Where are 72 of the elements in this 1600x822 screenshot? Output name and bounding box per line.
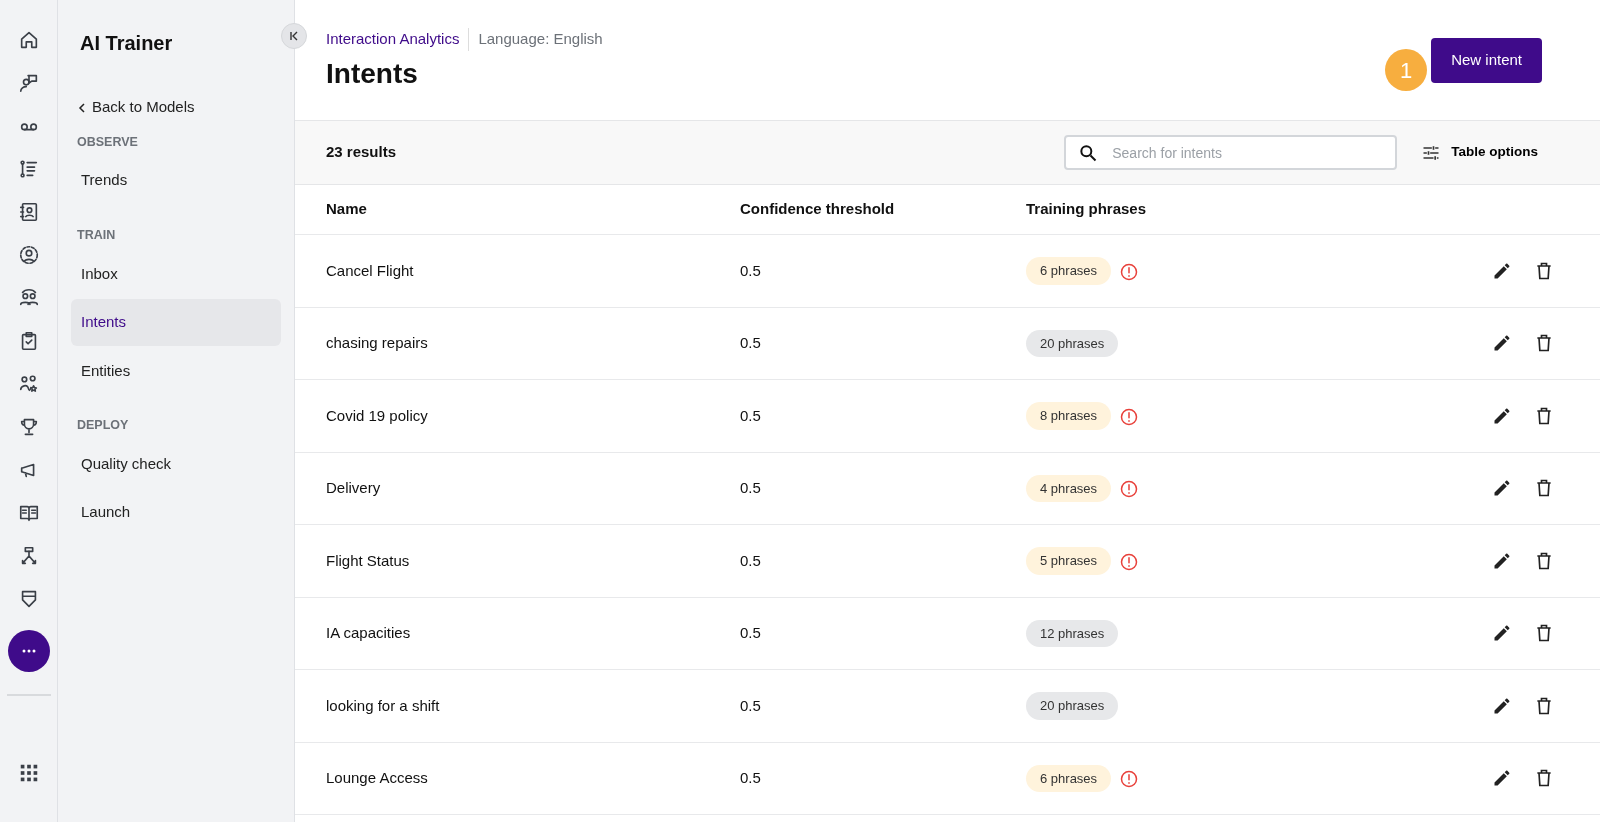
table-cell: 0.5 — [709, 742, 995, 815]
sidebar-item[interactable]: Trends — [71, 157, 281, 204]
more-icon — [21, 649, 36, 654]
delete-icon[interactable] — [1534, 768, 1554, 789]
table-cell: 0.5 — [709, 380, 995, 453]
warning-icon — [1119, 769, 1140, 790]
table-cell: 0.5 — [709, 670, 995, 743]
language-label: Language: English — [477, 29, 603, 49]
phrase-count-pill: 8 phrases — [1026, 402, 1112, 430]
edit-icon[interactable] — [1492, 478, 1512, 499]
warning-icon — [1119, 551, 1140, 572]
phrase-count-pill: 4 phrases — [1026, 474, 1112, 502]
column-header: Confidence threshold — [709, 185, 995, 235]
delete-icon[interactable] — [1534, 550, 1554, 571]
sidebar-item[interactable]: Launch — [71, 489, 281, 536]
column-header: Name — [295, 185, 709, 235]
step-marker: 1 — [1385, 49, 1428, 91]
sidebar-title: AI Trainer — [80, 31, 174, 56]
table-options-button[interactable]: Table options — [1417, 138, 1542, 167]
table-cell: 0.5 — [709, 597, 995, 670]
table-cell: Delivery — [295, 452, 709, 525]
delete-icon[interactable] — [1534, 695, 1554, 716]
person-circle-icon[interactable] — [17, 244, 40, 267]
edit-icon[interactable] — [1492, 623, 1512, 644]
sidebar-item[interactable]: Inbox — [71, 250, 281, 297]
table-cell: 0.5 — [709, 307, 995, 380]
delete-icon[interactable] — [1534, 623, 1554, 644]
table-cell: 0.5 — [709, 452, 995, 525]
phrase-count-pill: 20 phrases — [1026, 692, 1119, 720]
more-button[interactable] — [7, 630, 50, 673]
collapse-icon — [288, 30, 300, 42]
phrase-count-pill: 20 phrases — [1026, 329, 1119, 357]
table-cell: Covid 19 policy — [295, 380, 709, 453]
delete-icon[interactable] — [1534, 405, 1554, 426]
breadcrumb-link[interactable]: Interaction Analytics — [326, 28, 470, 51]
table-cell: looking for a shift — [295, 670, 709, 743]
page-title: Intents — [326, 56, 419, 91]
collapse-button[interactable] — [281, 23, 307, 49]
table-cell: Lounge Access — [295, 742, 709, 815]
phrase-count-pill: 12 phrases — [1026, 619, 1119, 647]
table-cell: chasing repairs — [295, 307, 709, 380]
list-icon[interactable] — [17, 158, 40, 181]
chevron-left-icon — [78, 103, 86, 114]
sidebar-item[interactable]: Entities — [71, 347, 281, 394]
sidebar-item[interactable]: Quality check — [71, 440, 281, 488]
search-field[interactable]: Search for intents — [1064, 135, 1398, 170]
warning-icon — [1119, 406, 1140, 427]
table-cell: IA capacities — [295, 597, 709, 670]
section-heading: TRAIN — [77, 226, 117, 244]
table-cell: Flight Status — [295, 525, 709, 598]
table-cell: 0.5 — [709, 525, 995, 598]
new-intent-button[interactable]: New intent — [1431, 38, 1542, 83]
delete-icon[interactable] — [1534, 478, 1554, 499]
column-header: Training phrases — [995, 185, 1490, 235]
section-heading: OBSERVE — [77, 133, 139, 151]
delete-icon[interactable] — [1534, 333, 1554, 354]
table-cell: 0.5 — [709, 235, 995, 308]
person-speech-icon[interactable] — [17, 72, 40, 95]
sidebar-item[interactable]: Intents — [71, 299, 281, 346]
warning-icon — [1119, 261, 1140, 282]
edit-icon[interactable] — [1492, 333, 1512, 354]
edit-icon[interactable] — [1492, 768, 1512, 789]
table-cell: Cancel Flight — [295, 235, 709, 308]
back-link[interactable]: Back to Models — [78, 96, 195, 119]
results-count: 23 results — [326, 142, 397, 163]
warning-icon — [1119, 479, 1140, 500]
delete-icon[interactable] — [1534, 260, 1554, 281]
phrase-count-pill: 5 phrases — [1026, 547, 1112, 575]
phrase-count-pill: 6 phrases — [1026, 764, 1112, 792]
phrase-count-pill: 6 phrases — [1026, 257, 1112, 285]
contact-book-icon[interactable] — [17, 201, 40, 224]
section-heading: DEPLOY — [77, 417, 130, 434]
